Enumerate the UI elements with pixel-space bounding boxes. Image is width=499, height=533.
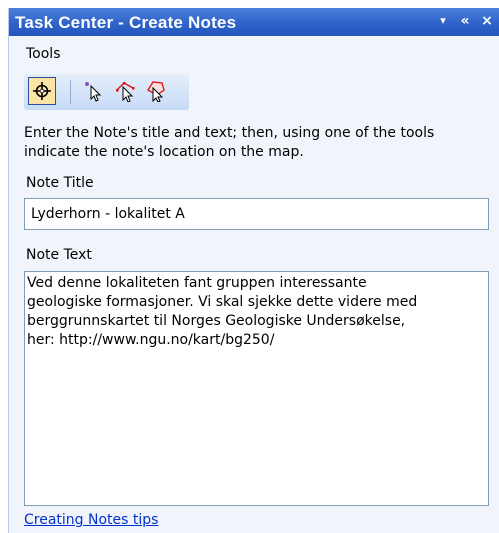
note-text-area[interactable]: Ved denne lokaliteten fant gruppen inter… [24,271,489,506]
polygon-cursor-icon [147,81,165,102]
dropdown-arrow-icon[interactable]: ▾ [435,12,451,30]
sparkle-cursor-icon [85,82,102,102]
window-title: Task Center - Create Notes [15,13,237,32]
title-bar: Task Center - Create Notes ▾ « × [9,8,499,36]
note-title-input[interactable]: Lyderhorn - lokalitet A [24,198,489,230]
polygon-tool-button[interactable] [142,77,170,105]
line-tool-button[interactable] [80,77,108,105]
title-controls: ▾ « × [435,12,495,30]
instructions-text: Enter the Note's title and text; then, u… [24,125,435,160]
collapse-icon[interactable]: « [457,12,473,30]
note-text-label: Note Text [26,247,92,263]
tools-label: Tools [26,46,61,62]
point-location-tool-button[interactable] [28,77,56,105]
toolbar-separator [70,80,71,104]
creating-notes-tips-link[interactable]: Creating Notes tips [24,512,158,528]
crosshair-icon [33,82,51,100]
close-icon[interactable]: × [479,12,495,30]
polyline-tool-button[interactable] [112,77,140,105]
polyline-cursor-icon [116,82,135,102]
note-title-label: Note Title [26,175,94,191]
tools-toolbar [24,74,189,110]
